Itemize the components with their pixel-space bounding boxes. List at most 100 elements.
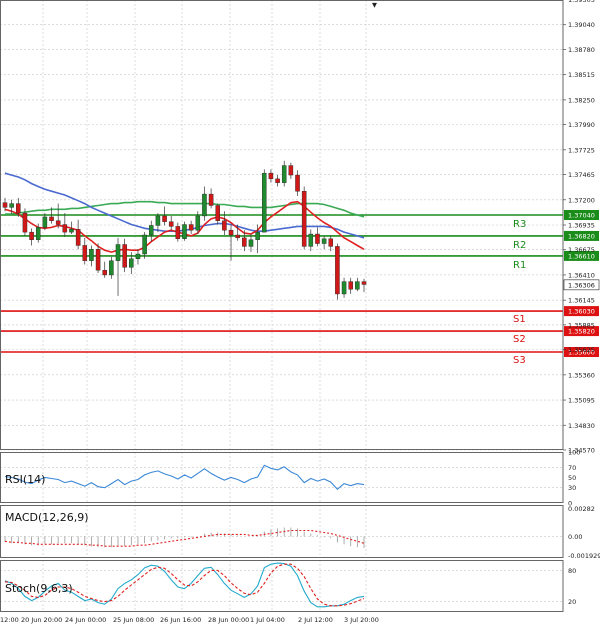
level-price-label: 1.36820 bbox=[568, 232, 595, 240]
support-resistance-levels: 1.37040R31.36820R21.36610R11.36030S11.35… bbox=[0, 210, 600, 366]
rsi-tick-label: 70 bbox=[568, 464, 576, 472]
stoch-tick-label: 80 bbox=[568, 567, 576, 575]
candle-body bbox=[115, 244, 121, 261]
level-name-s1: S1 bbox=[513, 314, 526, 325]
candle-body bbox=[89, 249, 94, 261]
level-name-r1: R1 bbox=[513, 260, 526, 271]
level-name-r3: R3 bbox=[513, 219, 526, 230]
candle-body bbox=[102, 269, 107, 276]
candle-body bbox=[75, 229, 81, 246]
candle-body bbox=[142, 234, 147, 255]
candle-body bbox=[248, 239, 254, 247]
candle-body bbox=[148, 225, 154, 236]
candle-body bbox=[228, 230, 234, 236]
candlesticks bbox=[2, 160, 367, 300]
candle-body bbox=[175, 226, 181, 239]
candle-body bbox=[2, 202, 8, 208]
level-name-s3: S3 bbox=[513, 355, 526, 366]
x-axis-label: 3 Jul 20:00 bbox=[344, 616, 379, 624]
price-tick-label: 1.36935 bbox=[568, 222, 595, 230]
candle-body bbox=[328, 238, 334, 247]
candle-body bbox=[122, 244, 127, 268]
candle-body bbox=[288, 165, 294, 176]
rsi-line bbox=[4, 464, 365, 490]
candle-body bbox=[29, 231, 34, 240]
macd-signal-line bbox=[4, 529, 365, 547]
candle-body bbox=[275, 178, 280, 183]
level-name-r2: R2 bbox=[513, 240, 526, 251]
price-tick-label: 1.35885 bbox=[568, 321, 595, 329]
price-tick-label: 1.37200 bbox=[568, 196, 595, 204]
candle-body bbox=[55, 220, 61, 225]
candle-body bbox=[281, 165, 287, 183]
price-tick-label: 1.38515 bbox=[568, 71, 595, 79]
candle-body bbox=[195, 215, 201, 231]
x-axis-label: 28 Jun 00:00 bbox=[208, 616, 249, 624]
candle-body bbox=[168, 221, 174, 227]
candle-body bbox=[42, 216, 48, 228]
candle-body bbox=[361, 281, 367, 285]
price-tick-label: 1.37465 bbox=[568, 171, 595, 179]
level-name-s2: S2 bbox=[513, 334, 526, 345]
candle-body bbox=[222, 220, 227, 231]
rsi-label: RSI(14) bbox=[5, 473, 45, 486]
x-axis-label: 26 Jun 16:00 bbox=[160, 616, 201, 624]
price-tick-label: 1.35625 bbox=[568, 346, 595, 354]
macd-tick-label: 0.00 bbox=[568, 533, 582, 541]
price-tick-label: 1.36145 bbox=[568, 297, 595, 305]
candle-body bbox=[22, 212, 28, 233]
candle-body bbox=[95, 249, 101, 271]
x-axis-label: 1 Jul 04:00 bbox=[250, 616, 285, 624]
price-tick-label: 1.39040 bbox=[568, 21, 595, 29]
candle-body bbox=[162, 215, 167, 222]
candle-body bbox=[301, 191, 307, 247]
candle-body bbox=[255, 231, 260, 240]
price-tick-label: 1.36410 bbox=[568, 271, 595, 279]
candle-body bbox=[69, 229, 74, 233]
price-tick-label: 1.39305 bbox=[568, 0, 595, 4]
macd-tick-label: 0.00282 bbox=[568, 505, 595, 513]
price-tick-label: 1.37990 bbox=[568, 121, 595, 129]
panel-frame-stoch bbox=[0, 560, 564, 612]
candle-body bbox=[188, 224, 194, 231]
candle-body bbox=[82, 245, 88, 261]
candle-body bbox=[16, 203, 21, 214]
candle-body bbox=[35, 227, 41, 240]
current-price-label: 1.36306 bbox=[568, 281, 595, 289]
level-price-label: 1.37040 bbox=[568, 212, 595, 220]
candle-body bbox=[135, 253, 141, 259]
panel-frame-rsi bbox=[0, 452, 564, 503]
candle-body bbox=[262, 172, 267, 233]
candle-body bbox=[208, 193, 214, 206]
rsi-tick-label: 100 bbox=[568, 449, 580, 457]
candle-body bbox=[315, 233, 320, 244]
rsi-tick-label: 30 bbox=[568, 484, 576, 492]
stoch-label: Stoch(9,6,3) bbox=[5, 582, 73, 595]
candle-body bbox=[295, 174, 300, 192]
price-tick-label: 1.37725 bbox=[568, 146, 595, 154]
price-tick-label: 1.36675 bbox=[568, 246, 595, 254]
candle-body bbox=[9, 203, 14, 208]
candle-body bbox=[215, 205, 221, 221]
candle-body bbox=[335, 246, 340, 295]
x-axis-label: 20 Jun 20:00 bbox=[21, 616, 62, 624]
x-axis-label: 24 Jun 00:00 bbox=[65, 616, 106, 624]
candle-body bbox=[341, 281, 347, 295]
candle-body bbox=[202, 193, 207, 217]
macd-tick-label: -0.001929 bbox=[568, 552, 600, 560]
price-tick-label: 1.38780 bbox=[568, 46, 595, 54]
candle-body bbox=[321, 238, 327, 244]
candle-body bbox=[235, 234, 240, 239]
price-tick-label: 1.35095 bbox=[568, 397, 595, 405]
forex-chart: 1.37040R31.36820R21.36610R11.36030S11.35… bbox=[0, 0, 600, 624]
candle-body bbox=[62, 224, 68, 233]
candle-body bbox=[242, 237, 247, 247]
x-axis-label: 12:00 bbox=[0, 616, 19, 624]
candle-body bbox=[129, 258, 134, 268]
candle-body bbox=[348, 281, 353, 290]
candle-body bbox=[155, 215, 161, 226]
candle-body bbox=[268, 172, 274, 180]
macd-label: MACD(12,26,9) bbox=[5, 511, 89, 524]
x-axis-label: 25 Jun 08:00 bbox=[113, 616, 154, 624]
price-tick-label: 1.35360 bbox=[568, 371, 595, 379]
